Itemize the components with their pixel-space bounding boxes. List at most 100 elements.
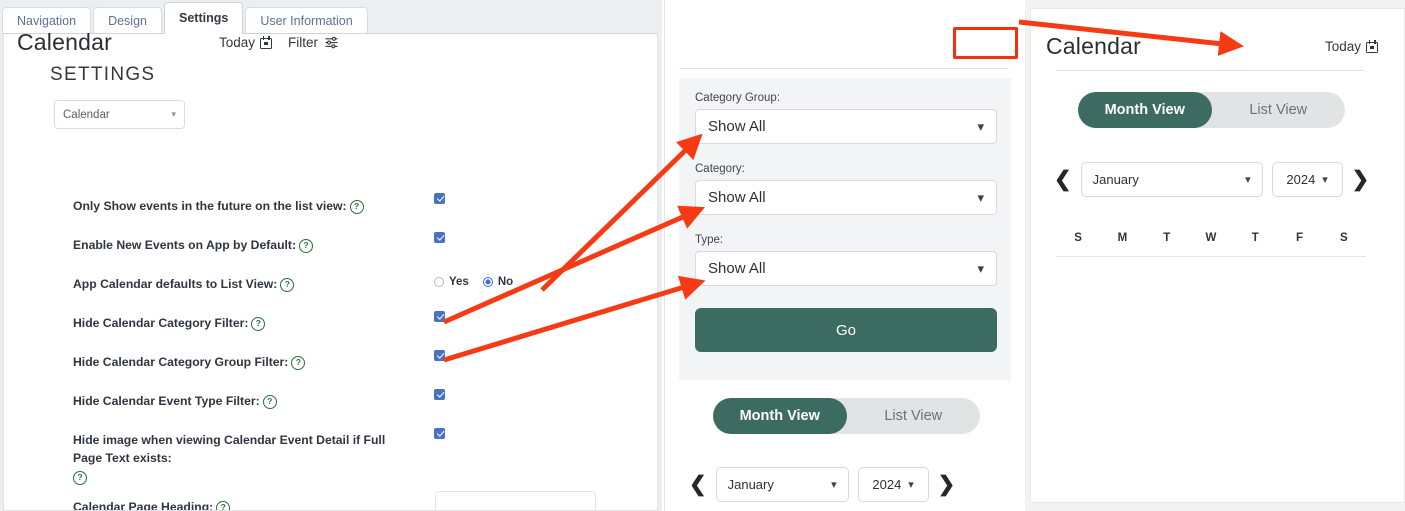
- setting-row-future-events: Only Show events in the future on the li…: [73, 197, 364, 215]
- category-value: Show All: [708, 189, 766, 206]
- checkbox-hide-category-group-filter[interactable]: [434, 350, 445, 361]
- chevron-right-icon[interactable]: ❯: [938, 474, 956, 495]
- radio-no[interactable]: [482, 277, 493, 287]
- type-value: Show All: [708, 260, 766, 277]
- middle-month-select[interactable]: January ▾: [715, 467, 849, 502]
- calendar-page-heading-input[interactable]: [435, 491, 596, 510]
- category-group-field: Category Group: Show All ▾: [695, 92, 997, 144]
- help-icon[interactable]: ?: [73, 471, 87, 485]
- settings-admin-panel: Navigation Design Settings User Informat…: [0, 0, 662, 511]
- middle-year-select[interactable]: 2024 ▾: [857, 467, 929, 502]
- setting-label: Hide image when viewing Calendar Event D…: [73, 433, 386, 465]
- category-group-label: Category Group:: [695, 92, 781, 104]
- chevron-down-icon: ▾: [977, 118, 984, 134]
- middle-view-toggle: Month View List View: [713, 398, 980, 434]
- radio-group-default-list-view: Yes No: [434, 276, 513, 288]
- setting-label: Calendar Page Heading:: [73, 500, 214, 511]
- filter-go-button[interactable]: Go: [695, 308, 997, 352]
- type-field: Type: Show All ▾: [695, 234, 997, 286]
- middle-today-button[interactable]: Today: [211, 32, 280, 53]
- help-icon[interactable]: ?: [291, 356, 306, 370]
- setting-row-hide-category-filter: Hide Calendar Category Filter:?: [73, 314, 266, 332]
- chevron-down-icon: ▾: [831, 479, 837, 491]
- help-icon[interactable]: ?: [349, 200, 364, 214]
- chevron-down-icon: ▾: [908, 479, 914, 491]
- checkbox-hide-event-type-filter[interactable]: [434, 389, 445, 400]
- day-of-week-divider: [1056, 256, 1366, 257]
- help-icon[interactable]: ?: [251, 317, 266, 331]
- help-icon[interactable]: ?: [280, 278, 295, 292]
- help-icon[interactable]: ?: [299, 239, 314, 253]
- right-month-value: January: [1092, 172, 1139, 187]
- category-select[interactable]: Show All ▾: [695, 180, 997, 215]
- dow-wed: W: [1205, 232, 1217, 244]
- right-today-button[interactable]: Today: [1317, 36, 1386, 57]
- app-select[interactable]: Calendar ▾: [54, 100, 185, 129]
- category-group-value: Show All: [708, 118, 766, 135]
- setting-label: Hide Calendar Category Filter:: [73, 316, 249, 330]
- chevron-down-icon: ▾: [1245, 174, 1251, 186]
- dow-fri: F: [1296, 232, 1304, 244]
- setting-row-default-list-view: App Calendar defaults to List View:?: [73, 275, 295, 293]
- checkbox-enable-new-events[interactable]: [434, 232, 445, 243]
- setting-row-hide-image: Hide image when viewing Calendar Event D…: [73, 431, 413, 486]
- setting-row-enable-new-events: Enable New Events on App by Default:?: [73, 236, 314, 254]
- type-select[interactable]: Show All ▾: [695, 251, 997, 286]
- sliders-icon: [325, 36, 338, 48]
- right-year-select[interactable]: 2024 ▾: [1271, 162, 1343, 197]
- right-preview-header: Calendar Today: [1046, 30, 1386, 62]
- chevron-left-icon[interactable]: ❮: [1054, 169, 1072, 190]
- setting-row-calendar-page-heading: Calendar Page Heading:?: [73, 498, 231, 511]
- radio-no-label: No: [497, 276, 514, 288]
- dow-tue: T: [1163, 232, 1171, 244]
- middle-calendar-title: Calendar: [17, 28, 112, 55]
- category-field: Category: Show All ▾: [695, 163, 997, 215]
- chevron-left-icon[interactable]: ❮: [689, 474, 707, 495]
- right-list-view-tab[interactable]: List View: [1212, 92, 1346, 128]
- checkbox-hide-category-filter[interactable]: [434, 311, 445, 322]
- category-group-select[interactable]: Show All ▾: [695, 109, 997, 144]
- help-icon[interactable]: ?: [262, 395, 277, 409]
- setting-label: Enable New Events on App by Default:: [73, 238, 297, 252]
- help-icon[interactable]: ?: [216, 501, 231, 510]
- day-of-week-header: S M T W T F S: [1056, 232, 1366, 244]
- right-month-nav: ❮ January ▾ 2024 ▾ ❯: [1054, 162, 1369, 197]
- right-view-toggle: Month View List View: [1078, 92, 1345, 128]
- middle-filter-button[interactable]: Filter: [280, 31, 347, 54]
- calendar-icon: [260, 35, 272, 49]
- checkbox-hide-image[interactable]: [434, 428, 445, 439]
- radio-yes[interactable]: [434, 277, 444, 287]
- chevron-down-icon: ▾: [1322, 174, 1328, 186]
- middle-year-value: 2024: [872, 477, 902, 492]
- middle-month-value: January: [727, 477, 774, 492]
- right-month-view-tab[interactable]: Month View: [1078, 92, 1212, 128]
- chevron-down-icon: ▾: [977, 260, 984, 276]
- category-label: Category:: [695, 163, 745, 175]
- setting-label: Only Show events in the future on the li…: [73, 199, 347, 213]
- dow-mon: M: [1117, 232, 1128, 244]
- middle-today-label: Today: [218, 34, 255, 50]
- dow-thu: T: [1251, 232, 1259, 244]
- chevron-down-icon: ▾: [977, 189, 984, 205]
- dow-sat: S: [1339, 232, 1348, 244]
- setting-label: Hide Calendar Category Group Filter:: [73, 355, 289, 369]
- right-month-select[interactable]: January ▾: [1080, 162, 1263, 197]
- middle-list-view-tab[interactable]: List View: [847, 398, 981, 434]
- middle-month-view-tab[interactable]: Month View: [713, 398, 847, 434]
- right-header-divider: [1056, 70, 1364, 71]
- calendar-icon: [1366, 39, 1378, 53]
- chevron-right-icon[interactable]: ❯: [1352, 169, 1370, 190]
- setting-row-hide-event-type-filter: Hide Calendar Event Type Filter:?: [73, 392, 277, 410]
- middle-filter-label: Filter: [288, 34, 318, 50]
- right-calendar-title: Calendar: [1046, 32, 1141, 59]
- go-label: Go: [835, 321, 856, 339]
- right-year-value: 2024: [1286, 172, 1316, 187]
- tab-settings[interactable]: Settings: [164, 2, 244, 34]
- checkbox-future-events[interactable]: [434, 193, 445, 204]
- app-select-value: Calendar: [63, 108, 110, 121]
- page-title: SETTINGS: [50, 64, 156, 85]
- radio-yes-label: Yes: [449, 276, 469, 288]
- settings-body: SETTINGS Calendar ▾ Only Show events in …: [3, 33, 658, 511]
- middle-header-divider: [679, 68, 1009, 69]
- middle-month-nav: ❮ January ▾ 2024 ▾ ❯: [689, 467, 955, 502]
